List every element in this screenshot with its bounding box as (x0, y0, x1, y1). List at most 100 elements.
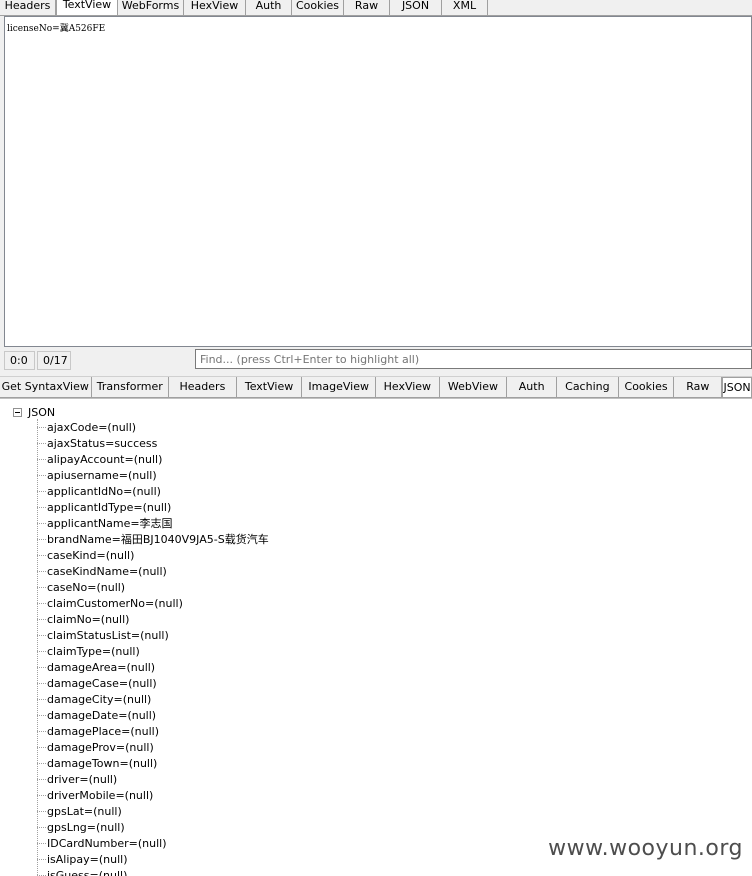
tree-node[interactable]: isAlipay=(null) (37, 851, 269, 867)
request-tab-raw[interactable]: Raw (344, 0, 390, 15)
tree-items: ajaxCode=(null) ajaxStatus=success alipayA… (37, 419, 269, 876)
response-tab-hexview[interactable]: HexView (376, 377, 440, 397)
tree-node-label: isGuess=(null) (47, 868, 128, 876)
request-tab-cookies[interactable]: Cookies (292, 0, 344, 15)
tree-branch-line (37, 778, 46, 780)
tree-branch-line (37, 522, 46, 524)
response-tab-transformer[interactable]: Transformer (92, 377, 170, 397)
tree-node[interactable]: damageArea=(null) (37, 659, 269, 675)
tree-branch-line (37, 538, 46, 540)
char-count: 0/17 (37, 351, 71, 370)
request-text-view[interactable]: licenseNo=冀A526FE (4, 16, 752, 347)
tree-branch-line (37, 602, 46, 604)
tree-node-label: caseKindName=(null) (47, 564, 167, 578)
request-tab-json[interactable]: JSON (390, 0, 442, 15)
tree-node[interactable]: damageCity=(null) (37, 691, 269, 707)
tree-node[interactable]: gpsLat=(null) (37, 803, 269, 819)
tree-node-label: isAlipay=(null) (47, 852, 128, 866)
tree-branch-line (37, 650, 46, 652)
tree-node-label: apiusername=(null) (47, 468, 157, 482)
tree-node-label: ajaxCode=(null) (47, 420, 137, 434)
tree-node[interactable]: brandName=福田BJ1040V9JA5-S载货汽车 (37, 531, 269, 547)
tree-node-label: alipayAccount=(null) (47, 452, 163, 466)
tree-node-label: driver=(null) (47, 772, 118, 786)
tree-branch-line (37, 666, 46, 668)
request-tab-hexview[interactable]: HexView (184, 0, 246, 15)
response-tab-get-syntaxview[interactable]: Get SyntaxView (0, 377, 92, 397)
tree-node-label: applicantIdNo=(null) (47, 484, 161, 498)
tree-node-label: applicantName=李志国 (47, 517, 173, 530)
tree-node-label: claimStatusList=(null) (47, 628, 169, 642)
tree-node-label: claimCustomerNo=(null) (47, 596, 183, 610)
tree-branch-line (37, 842, 46, 844)
request-tab-webforms[interactable]: WebForms (118, 0, 184, 15)
tree-branch-line (37, 730, 46, 732)
tree-node-label: brandName=福田BJ1040V9JA5-S载货汽车 (47, 533, 269, 546)
tree-root-node[interactable]: JSON (13, 405, 55, 419)
tree-node[interactable]: IDCardNumber=(null) (37, 835, 269, 851)
tree-branch-line (37, 570, 46, 572)
tree-node[interactable]: claimType=(null) (37, 643, 269, 659)
request-tab-headers[interactable]: Headers (0, 0, 56, 15)
response-tab-webview[interactable]: WebView (440, 377, 508, 397)
request-tab-auth[interactable]: Auth (246, 0, 292, 15)
tree-node[interactable]: caseKindName=(null) (37, 563, 269, 579)
collapse-icon[interactable] (13, 407, 22, 417)
tree-branch-line (37, 810, 46, 812)
tree-node[interactable]: claimCustomerNo=(null) (37, 595, 269, 611)
tree-node-label: caseNo=(null) (47, 580, 126, 594)
tree-node-label: damageCity=(null) (47, 692, 152, 706)
response-tab-textview[interactable]: TextView (237, 377, 303, 397)
tree-node[interactable]: gpsLng=(null) (37, 819, 269, 835)
tree-node[interactable]: damageProv=(null) (37, 739, 269, 755)
response-tab-raw[interactable]: Raw (674, 377, 723, 397)
tree-node[interactable]: caseNo=(null) (37, 579, 269, 595)
tree-node[interactable]: applicantIdType=(null) (37, 499, 269, 515)
response-tab-cookies[interactable]: Cookies (619, 377, 675, 397)
request-tab-xml[interactable]: XML (442, 0, 488, 15)
tree-node-label: claimNo=(null) (47, 612, 130, 626)
tree-branch-line (37, 458, 46, 460)
request-tab-bar: Headers TextView WebForms HexView Auth Cookie… (0, 0, 752, 16)
tree-branch-line (37, 762, 46, 764)
tree-node[interactable]: claimNo=(null) (37, 611, 269, 627)
response-tab-imageview[interactable]: ImageView (302, 377, 376, 397)
tree-node[interactable]: driver=(null) (37, 771, 269, 787)
response-tab-headers[interactable]: Headers (169, 377, 237, 397)
tree-branch-line (37, 698, 46, 700)
tree-node[interactable]: apiusername=(null) (37, 467, 269, 483)
tree-node[interactable]: damageCase=(null) (37, 675, 269, 691)
response-tab-auth[interactable]: Auth (507, 377, 558, 397)
tree-node[interactable]: ajaxCode=(null) (37, 419, 269, 435)
tree-branch-line (37, 874, 46, 876)
tree-node[interactable]: isGuess=(null) (37, 867, 269, 876)
tree-branch-line (37, 634, 46, 636)
tree-node[interactable]: claimStatusList=(null) (37, 627, 269, 643)
tree-node[interactable]: damagePlace=(null) (37, 723, 269, 739)
tree-node-label: driverMobile=(null) (47, 788, 154, 802)
tree-node-label: claimType=(null) (47, 644, 140, 658)
find-input[interactable] (195, 349, 752, 369)
request-tab-textview[interactable]: TextView (56, 0, 118, 15)
tree-node-label: gpsLng=(null) (47, 820, 125, 834)
tree-node-label: damagePlace=(null) (47, 724, 160, 738)
tree-branch-line (37, 714, 46, 716)
tree-node[interactable]: damageDate=(null) (37, 707, 269, 723)
json-tree-view[interactable]: JSON ajaxCode=(null) ajaxStatus=success al… (0, 398, 752, 876)
tree-node-label: damageTown=(null) (47, 756, 158, 770)
tree-node[interactable]: ajaxStatus=success (37, 435, 269, 451)
tree-branch-line (37, 858, 46, 860)
tree-node[interactable]: applicantName=李志国 (37, 515, 269, 531)
tree-node-label: damageDate=(null) (47, 708, 157, 722)
tree-node[interactable]: damageTown=(null) (37, 755, 269, 771)
tree-node[interactable]: driverMobile=(null) (37, 787, 269, 803)
tree-node[interactable]: applicantIdNo=(null) (37, 483, 269, 499)
response-tab-caching[interactable]: Caching (557, 377, 619, 397)
tree-branch-line (37, 506, 46, 508)
tree-node[interactable]: alipayAccount=(null) (37, 451, 269, 467)
tree-node[interactable]: caseKind=(null) (37, 547, 269, 563)
tree-branch-line (37, 474, 46, 476)
response-tab-json[interactable]: JSON (722, 377, 752, 397)
tree-node-label: damageProv=(null) (47, 740, 154, 754)
tree-branch-line (37, 618, 46, 620)
